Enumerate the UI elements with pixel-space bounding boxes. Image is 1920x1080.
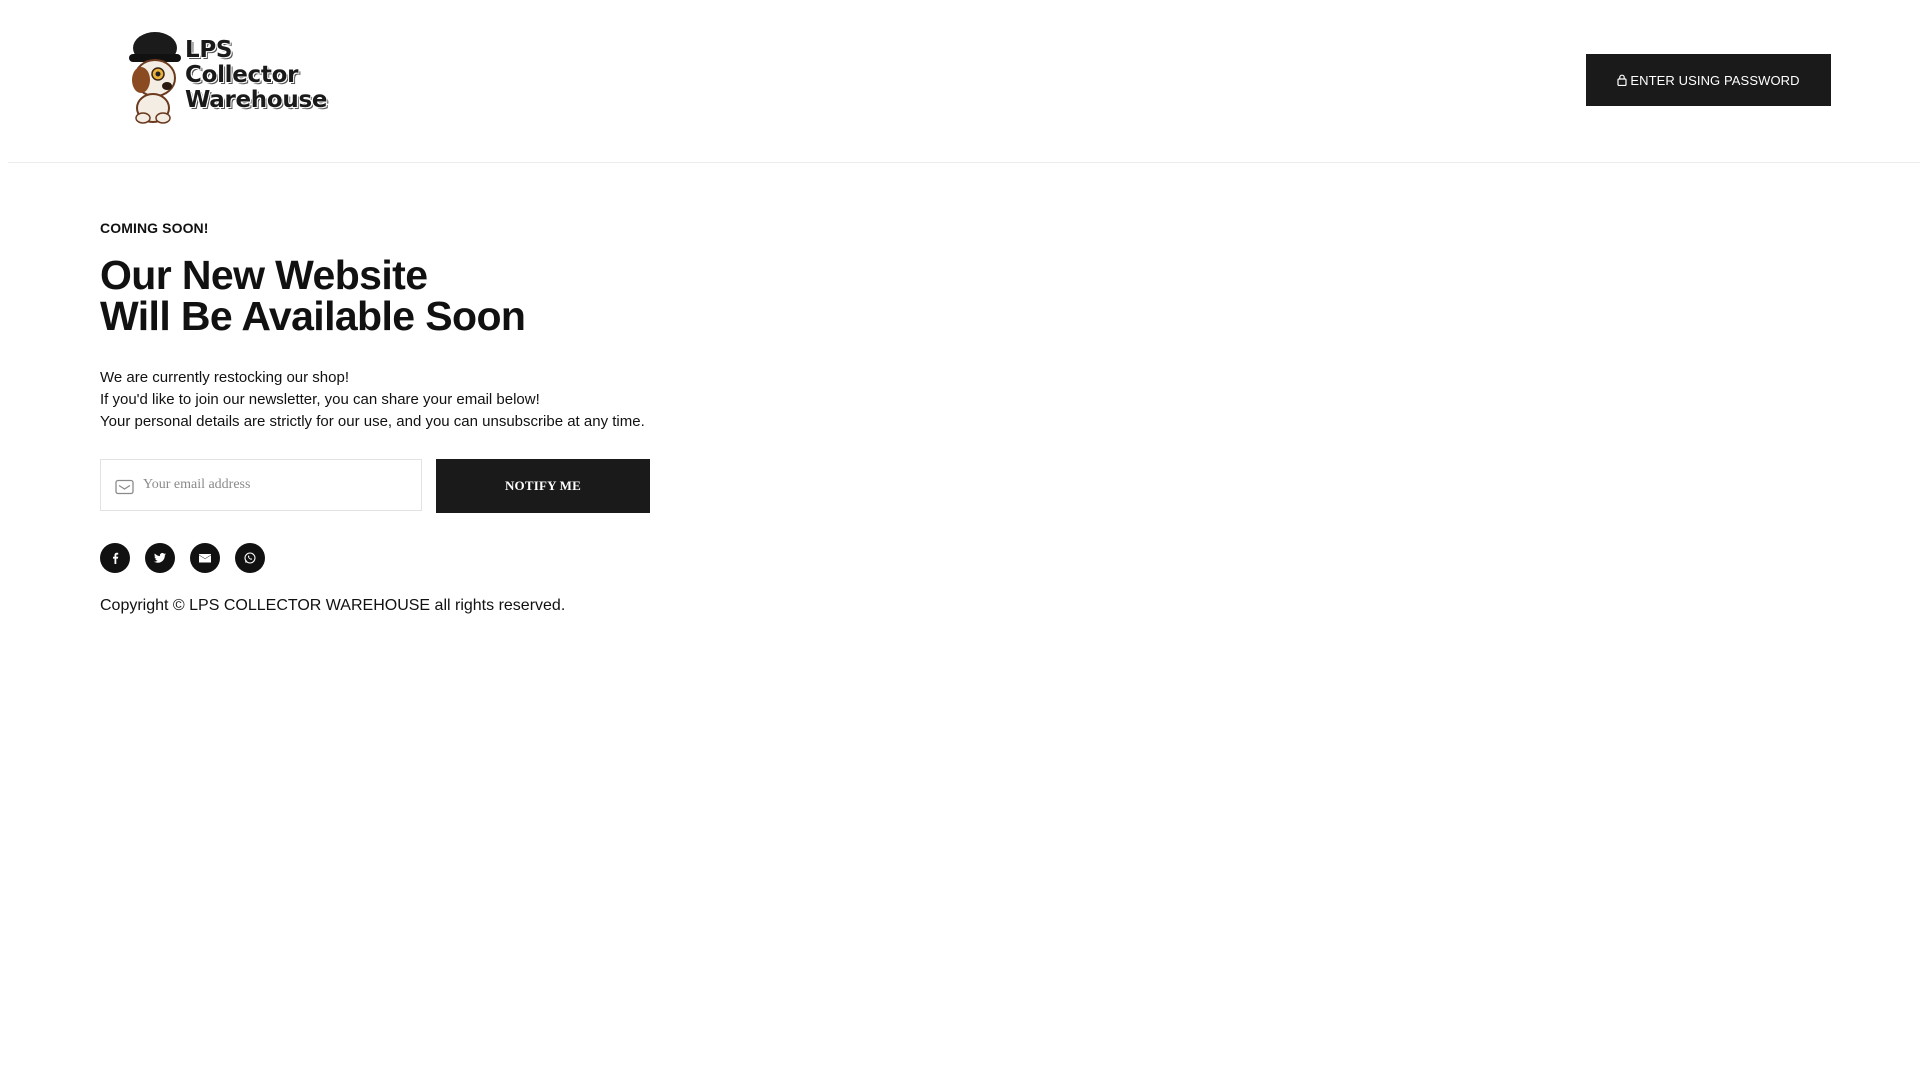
logo-line: LPS bbox=[185, 37, 233, 63]
logo-line: Collector bbox=[185, 62, 299, 88]
facebook-icon bbox=[113, 552, 119, 564]
email-field-wrapper bbox=[100, 459, 422, 511]
coming-soon-section: COMING SOON! Our New Website Will Be Ava… bbox=[100, 220, 800, 615]
twitter-icon bbox=[154, 553, 166, 563]
password-button-label: ENTER USING PASSWORD bbox=[1630, 72, 1800, 88]
page-title: Our New Website Will Be Available Soon bbox=[100, 255, 800, 337]
newsletter-form: NOTIFY ME bbox=[100, 459, 800, 513]
twitter-link[interactable] bbox=[145, 543, 175, 573]
lock-icon bbox=[1617, 74, 1627, 86]
enter-using-password-button[interactable]: ENTER USING PASSWORD bbox=[1586, 54, 1831, 106]
site-header: LPS Collector Warehouse ENTER USING PASS… bbox=[8, 0, 1920, 163]
puppy-mascot-icon bbox=[129, 32, 181, 124]
description-line: If you'd like to join our newsletter, yo… bbox=[100, 391, 540, 408]
logo-wordmark: LPS Collector Warehouse bbox=[185, 38, 327, 113]
mail-icon bbox=[115, 479, 134, 495]
copyright-text: Copyright © LPS COLLECTOR WAREHOUSE all … bbox=[100, 597, 566, 614]
logo-line: Warehouse bbox=[185, 87, 328, 113]
notify-me-button[interactable]: NOTIFY ME bbox=[436, 459, 650, 513]
store-logo[interactable]: LPS Collector Warehouse bbox=[123, 30, 327, 125]
email-link[interactable] bbox=[190, 543, 220, 573]
whatsapp-link[interactable] bbox=[235, 543, 265, 573]
description-line: Your personal details are strictly for o… bbox=[100, 413, 645, 430]
description-line: We are currently restocking our shop! bbox=[100, 369, 350, 386]
social-links bbox=[100, 543, 800, 573]
email-input[interactable] bbox=[143, 477, 403, 493]
facebook-link[interactable] bbox=[100, 543, 130, 573]
email-icon bbox=[199, 553, 211, 562]
description: We are currently restocking our shop! If… bbox=[100, 367, 800, 433]
whatsapp-icon bbox=[244, 552, 256, 564]
headline-line: Our New Website bbox=[100, 252, 428, 298]
headline-line: Will Be Available Soon bbox=[100, 293, 526, 339]
coming-soon-eyebrow: COMING SOON! bbox=[100, 220, 209, 236]
